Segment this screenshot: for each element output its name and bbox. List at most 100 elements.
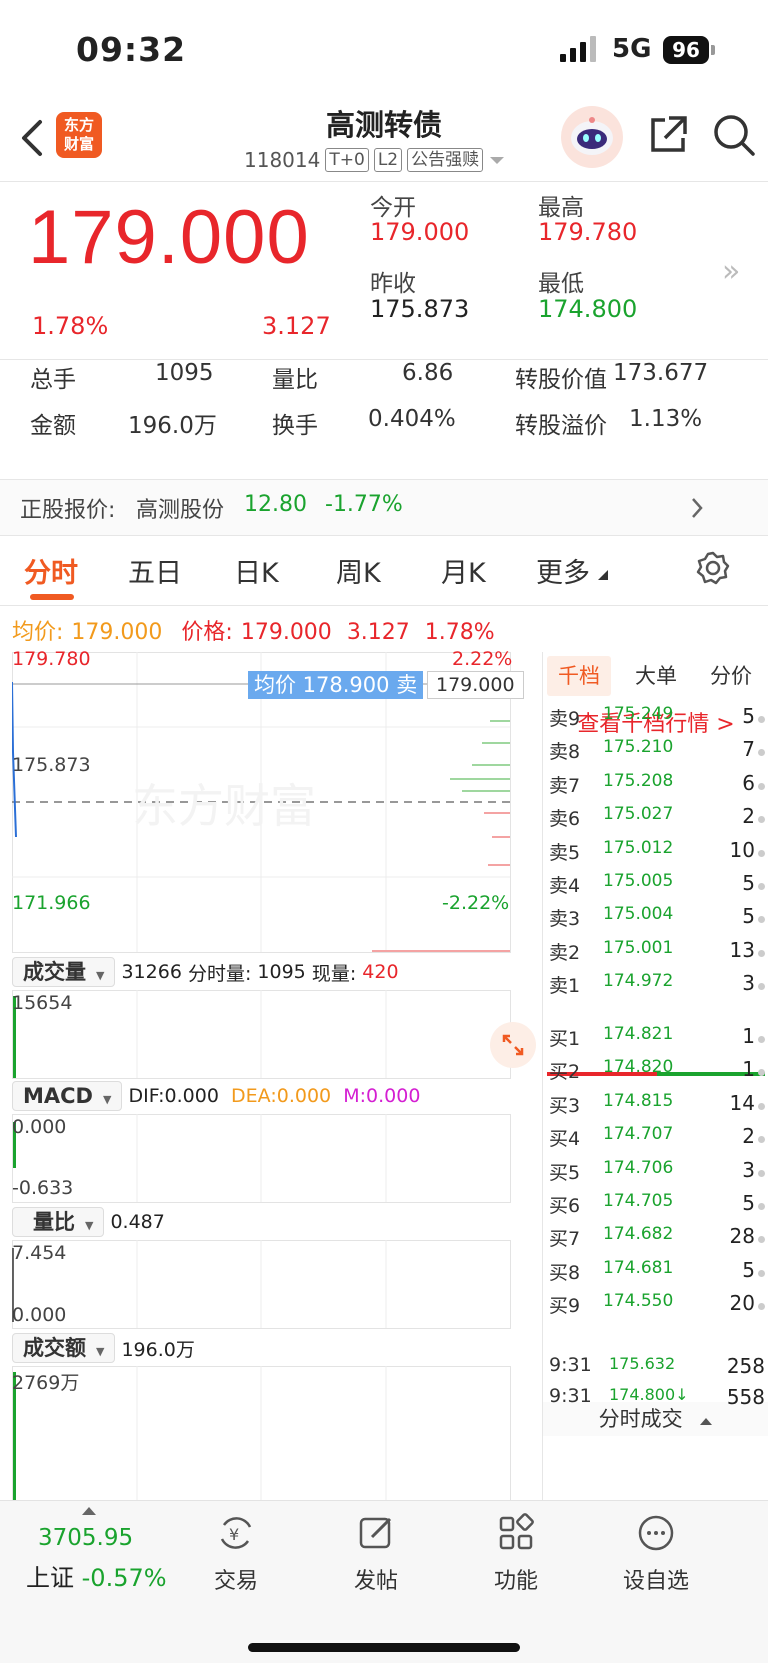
tick-row: 9:31 174.800↓ 558 — [549, 1385, 765, 1417]
ask-volume: 5 — [742, 904, 755, 929]
bid-price: 174.550 — [603, 1291, 674, 1312]
ask-row[interactable]: 卖4 175.005 5 — [549, 871, 765, 903]
ask-volume: 2 — [742, 804, 755, 829]
ratio-value: 0.487 — [110, 1211, 165, 1233]
ask-level: 卖2 — [549, 941, 581, 964]
volume-panel-header: 成交量 ▼ 31266 分时量: 1095 现量: 420 — [12, 954, 399, 990]
tab-more[interactable]: 更多 — [536, 551, 590, 590]
bid-level: 买8 — [549, 1261, 581, 1284]
bid-row[interactable]: 买7 174.682 28 — [549, 1224, 765, 1256]
ask-price: 174.972 — [603, 971, 674, 992]
bid-level: 买2 — [549, 1061, 581, 1084]
tab-weekly-k[interactable]: 周K — [336, 551, 381, 590]
tab-intraday[interactable]: 分时 — [24, 551, 78, 590]
ask-volume: 3 — [742, 971, 755, 996]
tab-price-distribution[interactable]: 分价 — [698, 656, 764, 696]
add-watchlist-button[interactable]: 设自选 — [606, 1513, 706, 1595]
premium-label: 转股溢价 — [515, 413, 607, 439]
now-volume-value: 420 — [362, 961, 399, 983]
share-icon[interactable] — [647, 114, 689, 156]
tab-active-indicator — [30, 594, 74, 600]
ratio-indicator-select[interactable]: 量比 ▼ — [12, 1207, 105, 1237]
ask-volume: 7 — [742, 737, 755, 762]
underlying-name: 高测股份 — [136, 498, 225, 523]
index-value[interactable]: 3705.95 — [38, 1525, 133, 1551]
amount-indicator-select[interactable]: 成交额 ▼ — [12, 1333, 116, 1363]
post-button[interactable]: 发帖 — [326, 1513, 426, 1595]
tab-monthly-k[interactable]: 月K — [441, 551, 486, 590]
assistant-avatar[interactable] — [561, 106, 623, 168]
open-value: 179.000 — [370, 218, 470, 246]
caret-up-icon[interactable] — [82, 1507, 96, 1515]
bid-volume: 3 — [742, 1157, 755, 1182]
expand-chart-button[interactable] — [490, 1022, 536, 1068]
chart-area[interactable]: 东方财富 179.780 2.22% 175.873 171.966 -2.22… — [12, 648, 542, 1502]
volume-indicator-select[interactable]: 成交量 ▼ — [12, 957, 116, 987]
bid-row[interactable]: 买8 174.681 5 — [549, 1258, 765, 1290]
ask-level: 卖7 — [549, 774, 581, 797]
dot-icon — [758, 1303, 765, 1311]
security-code-row[interactable]: 118014 T+0 L2 公告强赎 — [244, 146, 506, 174]
dot-icon — [758, 1269, 765, 1277]
bid-row[interactable]: 买3 174.815 14 — [549, 1091, 765, 1123]
macd-dif: DIF:0.000 — [128, 1085, 219, 1107]
bid-price: 174.705 — [603, 1191, 674, 1211]
svg-text:¥: ¥ — [229, 1525, 239, 1544]
bid-level: 买4 — [549, 1128, 581, 1151]
clock: 09:32 — [76, 30, 187, 69]
search-icon[interactable] — [711, 112, 757, 158]
crosshair-price-tag: 179.000 — [427, 671, 524, 699]
functions-button[interactable]: 功能 — [466, 1513, 566, 1595]
bid-row[interactable]: 买2 174.820 1 — [549, 1057, 765, 1089]
bid-row[interactable]: 买9 174.550 20 — [549, 1291, 765, 1323]
trade-button[interactable]: ¥ 交易 — [186, 1513, 286, 1595]
dot-icon — [758, 1036, 765, 1043]
ask-row[interactable]: 卖3 175.004 5 — [549, 904, 765, 936]
tab-depth-1000[interactable]: 千档 — [547, 656, 611, 696]
dot-icon — [758, 983, 765, 991]
tick-row: 9:31 175.632 258 — [549, 1354, 765, 1386]
high-label: 最高 — [538, 195, 584, 221]
tick-time: 9:31 — [549, 1354, 592, 1376]
last-price: 179.000 — [28, 195, 310, 280]
bid-level: 买1 — [549, 1028, 581, 1050]
bid-level: 买3 — [549, 1094, 581, 1117]
bid-row[interactable]: 买5 174.706 3 — [549, 1158, 765, 1190]
bid-row[interactable]: 买4 174.707 2 — [549, 1124, 765, 1156]
macd-panel-header: MACD ▼ DIF:0.000 DEA:0.000 M:0.000 — [12, 1078, 420, 1114]
stats-panel: 总手 1095 量比 6.86 转股价值 173.677 金额 196.0万 换… — [0, 360, 768, 480]
tick-volume: 558 — [726, 1385, 765, 1409]
ask-row[interactable]: 卖7 175.208 6 — [549, 771, 765, 803]
gear-icon[interactable] — [695, 550, 731, 586]
ask-row[interactable]: 卖5 175.012 10 — [549, 838, 765, 870]
volume-value: 1095 — [155, 360, 214, 386]
ask-row[interactable]: 卖8 175.210 7 — [549, 737, 765, 769]
tab-big-orders[interactable]: 大单 — [623, 656, 689, 696]
change-percent: 1.78% — [32, 312, 109, 340]
tab-five-day[interactable]: 五日 — [128, 551, 182, 590]
ask-row[interactable]: 卖2 175.001 13 — [549, 938, 765, 970]
index-row[interactable]: 上证 -0.57% — [26, 1558, 167, 1593]
price-label: 价格: — [181, 620, 233, 645]
expand-chevron-icon[interactable]: » — [722, 254, 740, 289]
ask-row[interactable]: 卖1 174.972 3 — [549, 971, 765, 1003]
underlying-stock-row[interactable]: 正股报价: 高测股份 12.80 -1.77% — [0, 480, 768, 536]
home-indicator[interactable] — [248, 1643, 520, 1652]
axis-bottom-price: 171.966 — [12, 892, 91, 914]
watermark: 东方财富 — [132, 779, 316, 833]
bid-row[interactable]: 买1 174.821 1 — [549, 1024, 765, 1056]
dot-icon — [758, 1102, 765, 1110]
bid-row[interactable]: 买6 174.705 5 — [549, 1191, 765, 1223]
chart-tabs: 分时 五日 日K 周K 月K 更多 — [0, 536, 768, 606]
ask-row[interactable]: 卖6 175.027 2 — [549, 804, 765, 836]
dot-icon — [758, 1069, 765, 1077]
ask-row[interactable]: 卖9 175.249 5 — [549, 704, 765, 736]
tick-price: 174.800↓ — [609, 1385, 689, 1404]
add-watchlist-label: 设自选 — [622, 1569, 689, 1594]
change-amount: 3.127 — [262, 312, 331, 340]
tab-daily-k[interactable]: 日K — [234, 551, 279, 590]
amount-value: 196.0万 — [128, 413, 217, 439]
ask-level: 卖3 — [549, 908, 581, 931]
ratio-axis-top: 7.454 — [12, 1242, 67, 1264]
macd-indicator-select[interactable]: MACD ▼ — [12, 1081, 123, 1111]
